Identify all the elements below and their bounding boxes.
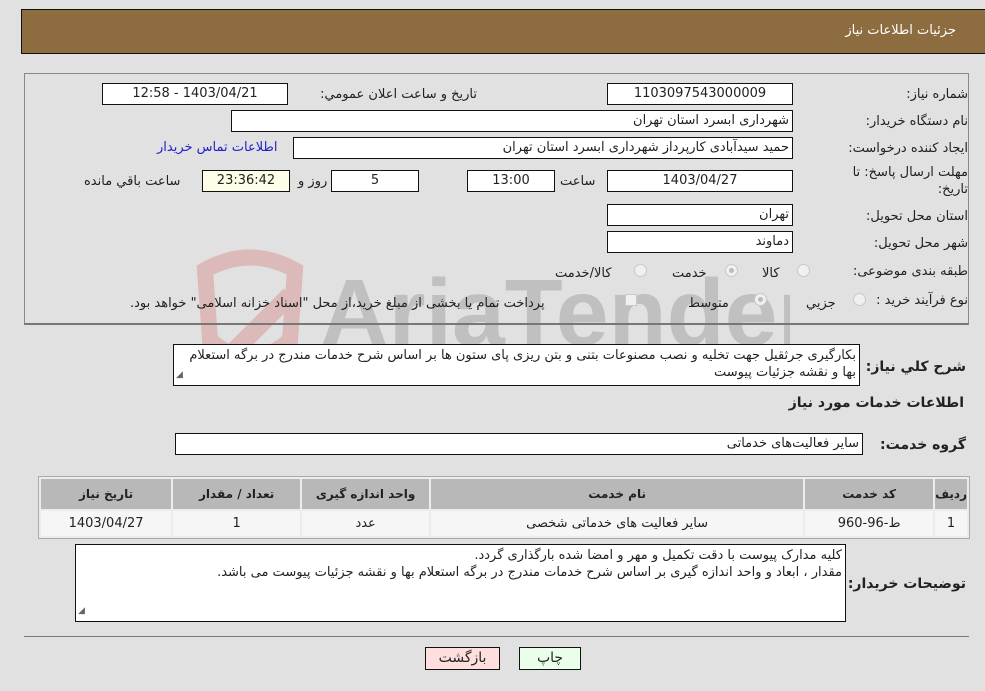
islamic-treasury-note: پرداخت تمام یا بخشی از مبلغ خرید،از محل … xyxy=(130,296,545,311)
col-header-row-number: ردیف xyxy=(935,479,967,509)
print-button[interactable]: چاپ xyxy=(519,647,581,670)
need-number-field: 1103097543000009 xyxy=(607,83,793,105)
buyer-contact-link[interactable]: اطلاعات تماس خریدار xyxy=(157,140,277,155)
description-text: بکارگیری جرثقیل جهت تخلیه و نصب مصنوعات … xyxy=(189,348,856,380)
announce-datetime-label: تاریخ و ساعت اعلان عمومي: xyxy=(320,87,477,102)
category-radio-goods[interactable] xyxy=(797,264,810,277)
announce-datetime-field: 1403/04/21 - 12:58 xyxy=(102,83,288,105)
purchase-type-radio-medium[interactable] xyxy=(754,293,767,306)
col-header-need-date: تاریخ نیاز xyxy=(41,479,172,509)
cell-row-number: 1 xyxy=(935,511,967,536)
cell-quantity: 1 xyxy=(173,511,301,536)
deadline-label-line2: تاریخ: xyxy=(937,182,968,197)
cell-service-name: سایر فعالیت های خدماتی شخصی xyxy=(431,511,804,536)
category-option-service: خدمت xyxy=(672,266,707,281)
purchase-type-radio-minor[interactable] xyxy=(853,293,866,306)
resize-handle-icon[interactable]: ◢ xyxy=(176,367,183,384)
remaining-days-field: 5 xyxy=(331,170,419,192)
col-header-service-code: کد خدمت xyxy=(805,479,934,509)
page-header: جزئیات اطلاعات نیاز xyxy=(21,9,985,54)
city-field: دماوند xyxy=(607,231,793,253)
need-number-label: شماره نیاز: xyxy=(906,87,968,102)
requester-label: ایجاد کننده درخواست: xyxy=(848,141,968,156)
service-group-field: سایر فعالیت‌های خدماتی xyxy=(175,433,863,455)
buyer-notes-textarea[interactable]: کلیه مدارک پیوست با دقت تکمیل و مهر و ام… xyxy=(75,544,846,622)
cell-unit: عدد xyxy=(302,511,430,536)
deadline-label-line1: مهلت ارسال پاسخ: تا xyxy=(852,165,968,180)
col-header-unit: واحد اندازه گیری xyxy=(302,479,430,509)
deadline-time-field: 13:00 xyxy=(467,170,555,192)
purchase-type-option-minor: جزيي xyxy=(806,296,836,311)
cell-service-code: ط-96-960 xyxy=(805,511,934,536)
service-group-label: گروه خدمت: xyxy=(880,437,966,453)
days-label: روز و xyxy=(298,174,328,189)
description-textarea[interactable]: بکارگیری جرثقیل جهت تخلیه و نصب مصنوعات … xyxy=(173,344,860,386)
province-label: استان محل تحویل: xyxy=(866,209,968,224)
table-row: 1 ط-96-960 سایر فعالیت های خدماتی شخصی ع… xyxy=(41,511,967,536)
back-button[interactable]: بازگشت xyxy=(425,647,500,670)
category-radio-goods-service[interactable] xyxy=(634,264,647,277)
province-field: تهران xyxy=(607,204,793,226)
description-label: شرح کلي نیاز: xyxy=(865,359,966,375)
requester-field: حمید سیدآبادی کارپرداز شهرداری ابسرد است… xyxy=(293,137,793,159)
remaining-time-label: ساعت باقي مانده xyxy=(84,174,181,189)
resize-handle-icon[interactable]: ◢ xyxy=(78,603,85,620)
buyer-notes-label: توضیحات خریدار: xyxy=(847,576,966,592)
category-label: طبقه بندی موضوعی: xyxy=(852,264,968,279)
col-header-service-name: نام خدمت xyxy=(431,479,804,509)
city-label: شهر محل تحویل: xyxy=(873,236,968,251)
buyer-notes-line2: مقدار ، ابعاد و واحد اندازه گیری بر اساس… xyxy=(217,565,842,580)
buyer-org-field: شهرداری ابسرد استان تهران xyxy=(231,110,793,132)
col-header-quantity: تعداد / مقدار xyxy=(173,479,301,509)
purchase-type-label: نوع فرآیند خرید : xyxy=(876,293,968,308)
services-table: ردیف کد خدمت نام خدمت واحد اندازه گیری ت… xyxy=(38,476,970,539)
services-section-title: اطلاعات خدمات مورد نیاز xyxy=(788,395,964,411)
cell-need-date: 1403/04/27 xyxy=(41,511,172,536)
category-radio-service[interactable] xyxy=(725,264,738,277)
deadline-time-label: ساعت xyxy=(560,174,596,189)
buyer-notes-line1: کلیه مدارک پیوست با دقت تکمیل و مهر و ام… xyxy=(474,548,842,563)
table-header-row: ردیف کد خدمت نام خدمت واحد اندازه گیری ت… xyxy=(41,479,967,509)
islamic-treasury-checkbox[interactable] xyxy=(625,294,637,306)
footer-divider xyxy=(24,636,969,637)
category-option-goods-service: کالا/خدمت xyxy=(555,266,612,281)
category-option-goods: کالا xyxy=(762,266,780,281)
deadline-date-field: 1403/04/27 xyxy=(607,170,793,192)
purchase-type-option-medium: متوسط xyxy=(688,296,729,311)
remaining-time-field: 23:36:42 xyxy=(202,170,290,192)
page-title: جزئیات اطلاعات نیاز xyxy=(845,23,956,38)
buyer-org-label: نام دستگاه خریدار: xyxy=(865,114,968,129)
